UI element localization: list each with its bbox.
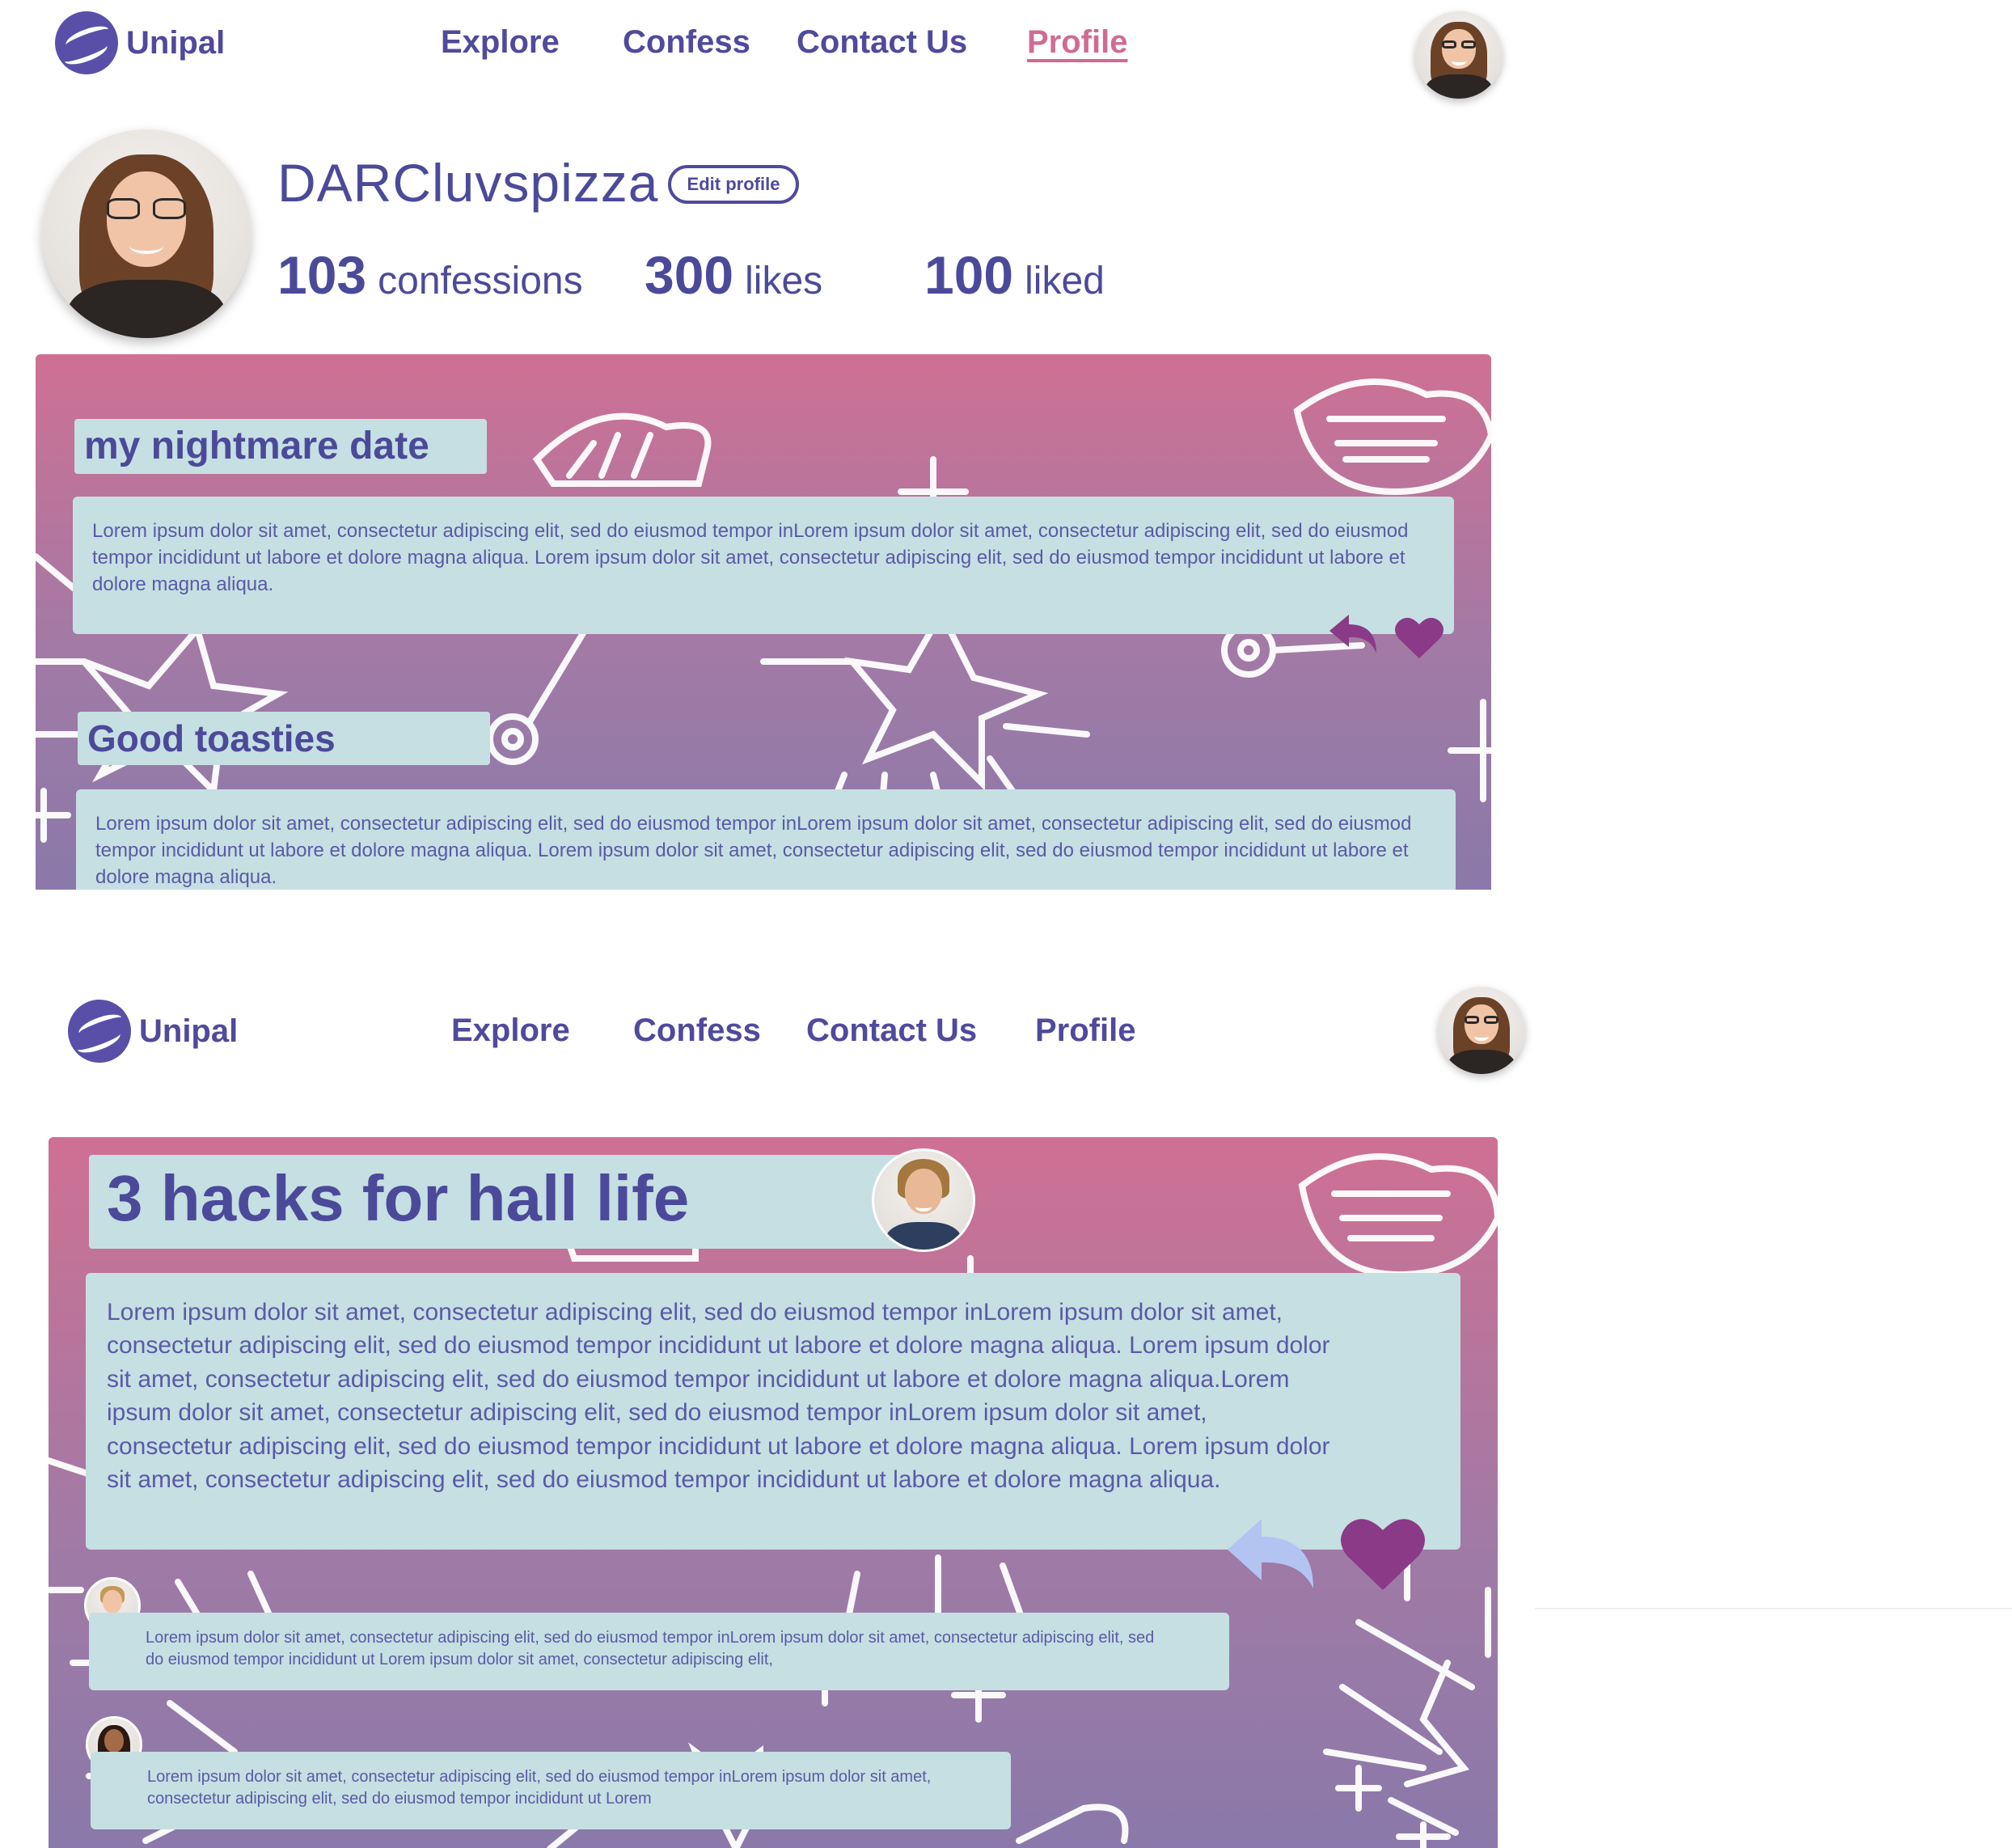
post-title[interactable]: Good toasties [78,712,490,765]
stat-likes: 300 likes [645,244,822,306]
nav-confess[interactable]: Confess [623,24,750,61]
comment: Lorem ipsum dolor sit amet, consectetur … [89,1613,1229,1690]
unipal-logo-icon [55,11,118,74]
post-detail-panel: 3 hacks for hall life Lorem ipsum dolor … [49,1137,1498,1848]
stat-liked: 100 liked [924,244,1105,306]
post-body-text: Lorem ipsum dolor sit amet, consectetur … [107,1299,1330,1493]
post-title[interactable]: my nightmare date [74,419,487,474]
nav-profile[interactable]: Profile [1027,24,1127,61]
heart-icon[interactable] [1339,1514,1427,1592]
logo-text: Unipal [126,24,226,61]
heart-icon[interactable] [1394,615,1444,660]
confession-feed[interactable]: my nightmare date Lorem ipsum dolor sit … [36,354,1491,890]
author-avatar[interactable] [872,1148,975,1252]
stat-value: 103 [277,245,367,305]
user-avatar[interactable] [1415,11,1503,99]
reply-icon[interactable] [1326,610,1381,655]
top-nav: Unipal Explore Confess Contact Us Profil… [0,0,1528,99]
post-body: Lorem ipsum dolor sit amet, consectetur … [86,1273,1460,1550]
reply-icon[interactable] [1223,1512,1320,1590]
unipal-logo-icon [68,1000,131,1063]
stat-value: 100 [924,245,1014,305]
profile-screen: Unipal Explore Confess Contact Us Profil… [0,0,1528,890]
post-detail-screen: Unipal Explore Confess Contact Us Profil… [0,979,1528,1848]
top-nav: Unipal Explore Confess Contact Us Profil… [0,979,1528,1076]
nav-contact-us[interactable]: Contact Us [806,1013,977,1049]
logo[interactable]: Unipal [55,11,225,74]
stat-value: 300 [645,245,734,305]
nav-explore[interactable]: Explore [451,1013,570,1049]
profile-avatar [42,129,251,338]
post-body[interactable]: Lorem ipsum dolor sit amet, consectetur … [76,789,1456,890]
stat-label: likes [745,260,823,302]
stat-confessions: 103 confessions [277,244,583,306]
edit-profile-button[interactable]: Edit profile [668,165,799,204]
post-title: 3 hacks for hall life [89,1155,927,1249]
divider [1535,1608,2012,1609]
nav-profile[interactable]: Profile [1035,1013,1135,1049]
comment: Lorem ipsum dolor sit amet, consectetur … [91,1752,1011,1829]
nav-contact-us[interactable]: Contact Us [797,24,967,61]
user-avatar[interactable] [1438,987,1525,1074]
profile-username: DARCluvspizza [277,153,659,213]
nav-confess[interactable]: Confess [633,1013,761,1049]
stat-label: liked [1025,260,1105,302]
logo[interactable]: Unipal [68,1000,238,1063]
post-body[interactable]: Lorem ipsum dolor sit amet, consectetur … [73,497,1454,634]
logo-text: Unipal [139,1013,239,1049]
nav-explore[interactable]: Explore [441,24,560,61]
stat-label: confessions [378,260,583,302]
